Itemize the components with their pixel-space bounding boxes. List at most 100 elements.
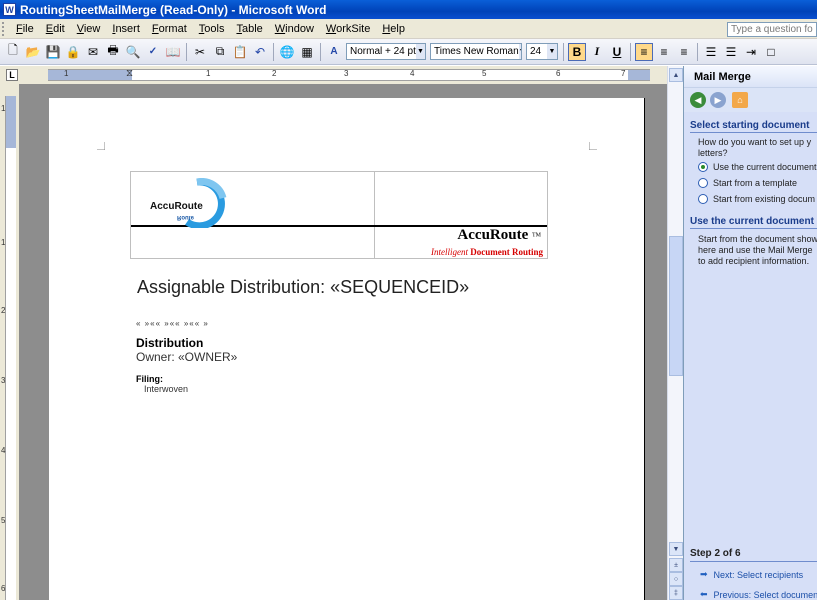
brand-name: AccuRoute TM — [457, 227, 541, 244]
previous-page-icon[interactable]: ± — [669, 558, 683, 572]
document-area[interactable]: AccuRoute Route AccuRoute TM Intelligent… — [19, 84, 667, 600]
email-icon[interactable]: ✉ — [84, 43, 102, 61]
hyperlink-icon[interactable]: 🌐 — [278, 43, 296, 61]
select-browse-object-icon[interactable]: ○ — [669, 572, 683, 586]
option-start-from-existing[interactable]: Start from existing docum — [698, 194, 815, 204]
menu-worksite[interactable]: WorkSite — [320, 23, 376, 35]
radio-icon[interactable] — [698, 178, 708, 188]
research-icon[interactable]: 📖 — [164, 43, 182, 61]
task-pane-title[interactable]: Mail Merge — [684, 66, 817, 88]
styles-icon[interactable]: A — [325, 43, 343, 61]
align-center-icon[interactable]: ≡ — [655, 43, 673, 61]
document-title[interactable]: Assignable Distribution: «SEQUENCEID» — [137, 277, 469, 298]
align-right-icon[interactable]: ≡ — [675, 43, 693, 61]
option-use-current-document[interactable]: Use the current document — [698, 162, 817, 172]
horizontal-ruler[interactable]: L 1 ⧖ 1 2 3 4 5 6 7 — [0, 66, 667, 84]
next-step-label[interactable]: Next: Select recipients — [714, 570, 804, 580]
crop-mark-icon — [97, 142, 105, 150]
new-document-icon[interactable]: 🗋 — [4, 43, 22, 61]
ruler-number: 2 — [1, 306, 6, 315]
copy-icon[interactable]: ⧉ — [211, 43, 229, 61]
scroll-up-icon[interactable]: ▲ — [669, 68, 683, 82]
table-divider — [374, 172, 375, 258]
radio-icon[interactable] — [698, 194, 708, 204]
home-icon[interactable]: ⌂ — [732, 92, 748, 108]
tagline-italic: Intelligent — [430, 247, 468, 257]
vertical-scrollbar[interactable]: ▲ ▼ ± ○ ‡ — [667, 66, 683, 600]
spelling-icon[interactable]: ✓ — [144, 43, 162, 61]
scroll-thumb[interactable] — [669, 236, 683, 376]
next-step-link[interactable]: ➡ Next: Select recipients — [700, 569, 803, 580]
menu-format[interactable]: Format — [146, 23, 193, 35]
permission-icon[interactable]: 🔒 — [64, 43, 82, 61]
indent-icon[interactable]: ⇥ — [742, 43, 760, 61]
word-app-icon[interactable]: W — [3, 3, 16, 16]
menu-tools[interactable]: Tools — [193, 23, 231, 35]
filing-heading[interactable]: Filing: — [136, 374, 163, 384]
radio-selected-icon[interactable] — [698, 162, 708, 172]
menu-help[interactable]: Help — [376, 23, 411, 35]
document-page[interactable]: AccuRoute Route AccuRoute TM Intelligent… — [49, 98, 645, 600]
save-icon[interactable]: 💾 — [44, 43, 62, 61]
section-use-current-document: Use the current document — [690, 216, 814, 227]
previous-step-link[interactable]: ⬅ Previous: Select documen — [700, 589, 817, 600]
open-folder-icon[interactable]: 📂 — [24, 43, 42, 61]
bold-button[interactable]: B — [568, 42, 586, 61]
ruler-number: 1 — [1, 238, 6, 247]
chevron-down-icon[interactable]: ▼ — [415, 44, 425, 59]
numbering-icon[interactable]: ☰ — [702, 43, 720, 61]
next-page-icon[interactable]: ‡ — [669, 586, 683, 600]
menu-grip-icon[interactable] — [2, 21, 8, 36]
title-bar: W RoutingSheetMailMerge (Read-Only) - Mi… — [0, 0, 817, 19]
menu-window[interactable]: Window — [269, 23, 320, 35]
table-icon[interactable]: ▦ — [298, 43, 316, 61]
paste-icon[interactable]: 📋 — [231, 43, 249, 61]
back-arrow-icon[interactable]: ◀ — [690, 92, 706, 108]
vertical-ruler[interactable]: 1 1 2 3 4 5 6 — [0, 84, 19, 600]
undo-icon[interactable]: ↶ — [251, 43, 269, 61]
ruler-strip[interactable]: 1 ⧖ 1 2 3 4 5 6 7 — [48, 68, 650, 81]
scroll-down-icon[interactable]: ▼ — [669, 542, 683, 556]
size-combo-value: 24 — [530, 46, 542, 57]
ruler-number: 1 — [64, 69, 69, 78]
section-divider — [690, 561, 817, 562]
menu-insert[interactable]: Insert — [106, 23, 146, 35]
tab-selector-icon[interactable]: L — [6, 69, 18, 81]
ruler-number: 4 — [1, 446, 6, 455]
crop-mark-icon — [589, 142, 597, 150]
font-combo[interactable]: Times New Roman ▼ — [430, 43, 522, 60]
ruler-number: 5 — [482, 69, 487, 78]
menu-file[interactable]: File — [10, 23, 40, 35]
previous-step-label[interactable]: Previous: Select documen — [714, 590, 817, 600]
section-divider — [690, 228, 817, 229]
print-preview-icon[interactable]: 🔍 — [124, 43, 142, 61]
chevron-down-icon[interactable]: ▼ — [518, 44, 521, 59]
italic-button[interactable]: I — [588, 43, 606, 61]
option-label: Start from existing docum — [713, 194, 816, 204]
cut-icon[interactable]: ✂ — [191, 43, 209, 61]
owner-line[interactable]: Owner: «OWNER» — [136, 350, 237, 364]
ask-question-input[interactable]: Type a question fo — [727, 22, 817, 37]
header-table[interactable]: AccuRoute Route AccuRoute TM Intelligent… — [130, 171, 548, 259]
borders-icon[interactable]: □ — [762, 43, 780, 61]
align-left-icon[interactable]: ≡ — [635, 42, 653, 61]
underline-button[interactable]: U — [608, 43, 626, 61]
menu-table[interactable]: Table — [230, 23, 268, 35]
size-combo[interactable]: 24 ▼ — [526, 43, 558, 60]
toolbar-separator — [186, 42, 187, 61]
style-combo[interactable]: Normal + 24 pt ▼ — [346, 43, 426, 60]
menu-edit[interactable]: Edit — [40, 23, 71, 35]
merge-fields-line[interactable]: « »«« »«« »«« » — [136, 319, 209, 328]
brand-name-text: AccuRoute — [457, 227, 529, 243]
bullets-icon[interactable]: ☰ — [722, 43, 740, 61]
right-margin-area — [628, 70, 650, 80]
menu-view[interactable]: View — [71, 23, 107, 35]
filing-value[interactable]: Interwoven — [144, 384, 188, 394]
forward-arrow-icon[interactable]: ▶ — [710, 92, 726, 108]
indent-marker-icon[interactable]: ⧖ — [126, 68, 133, 79]
option-start-from-template[interactable]: Start from a template — [698, 178, 797, 188]
chevron-down-icon[interactable]: ▼ — [547, 44, 557, 59]
print-icon[interactable]: 🖶 — [104, 43, 122, 61]
description-line: here and use the Mail Merge — [698, 245, 813, 255]
distribution-heading[interactable]: Distribution — [136, 336, 203, 350]
